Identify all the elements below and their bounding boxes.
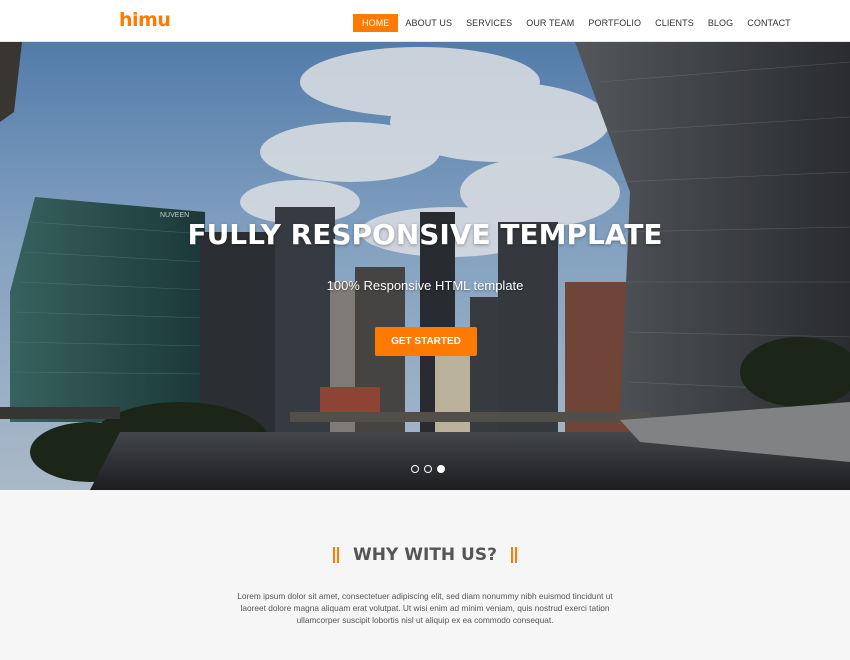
slider-dot-3[interactable] bbox=[437, 465, 445, 473]
main-nav: HOME ABOUT US SERVICES OUR TEAM PORTFOLI… bbox=[353, 14, 798, 32]
nav-contact[interactable]: CONTACT bbox=[740, 14, 798, 32]
slider-dots bbox=[411, 465, 445, 473]
section-text: Lorem ipsum dolor sit amet, consectetuer… bbox=[237, 591, 613, 625]
nav-services[interactable]: SERVICES bbox=[459, 14, 519, 32]
hero-title: FULLY RESPONSIVE TEMPLATE bbox=[187, 218, 663, 251]
section-heading: WHY WITH US? bbox=[0, 545, 850, 565]
hero-slider: NUVEEN FULLY RESPONSIVE TEMPLATE 100% Re… bbox=[0, 42, 850, 490]
slider-dot-2[interactable] bbox=[424, 465, 432, 473]
why-section: WHY WITH US? Lorem ipsum dolor sit amet,… bbox=[0, 490, 850, 660]
logo[interactable]: himu bbox=[119, 9, 171, 31]
heading-ornament-right bbox=[510, 547, 517, 563]
slider-dot-1[interactable] bbox=[411, 465, 419, 473]
nav-about-us[interactable]: ABOUT US bbox=[398, 14, 459, 32]
nav-blog[interactable]: BLOG bbox=[701, 14, 740, 32]
section-title: WHY WITH US? bbox=[353, 545, 497, 565]
nav-clients[interactable]: CLIENTS bbox=[648, 14, 701, 32]
nav-portfolio[interactable]: PORTFOLIO bbox=[581, 14, 648, 32]
heading-ornament-left bbox=[333, 547, 340, 563]
get-started-button[interactable]: GET STARTED bbox=[375, 327, 477, 356]
hero-subtitle: 100% Responsive HTML template bbox=[326, 278, 524, 293]
hero-background-image: NUVEEN bbox=[0, 42, 850, 490]
site-header: himu HOME ABOUT US SERVICES OUR TEAM POR… bbox=[0, 0, 850, 42]
nav-our-team[interactable]: OUR TEAM bbox=[519, 14, 581, 32]
nav-home[interactable]: HOME bbox=[353, 14, 399, 32]
